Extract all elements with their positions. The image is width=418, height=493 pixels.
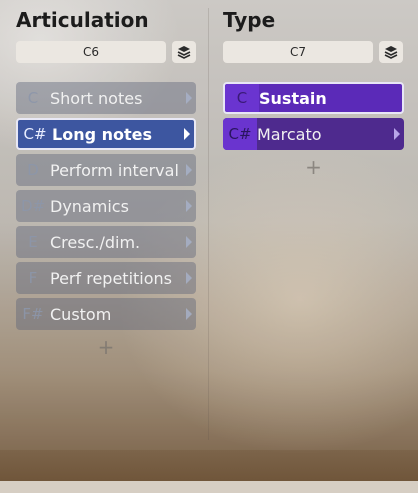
add-type-button[interactable]: + [223, 154, 404, 180]
layers-icon [177, 46, 191, 59]
key-label: E [28, 233, 38, 251]
key-label: D [27, 161, 39, 179]
item-label: Marcato [257, 124, 322, 144]
chevron-right-icon[interactable] [184, 128, 190, 140]
item-label: Perf repetitions [50, 268, 172, 288]
type-item-marcato[interactable]: C# Marcato [223, 118, 404, 150]
key-label: C [225, 84, 259, 112]
articulation-key-row: C6 [16, 41, 196, 64]
type-list: C Sustain C# Marcato + [223, 82, 404, 180]
item-label: Long notes [52, 124, 153, 144]
key-label: F [28, 269, 38, 287]
type-key-field[interactable]: C7 [223, 41, 373, 63]
column-divider [208, 8, 209, 440]
item-label: Sustain [259, 88, 327, 108]
articulation-item-custom[interactable]: F# Custom [16, 298, 196, 330]
chevron-right-icon[interactable] [186, 200, 192, 212]
type-title: Type [223, 8, 276, 32]
plus-icon: + [97, 335, 115, 359]
type-item-sustain[interactable]: C Sustain [223, 82, 404, 114]
item-label: Perform interval [50, 160, 179, 180]
articulation-item-perform-interval[interactable]: D Perform interval [16, 154, 196, 186]
articulation-item-short-notes[interactable]: C Short notes [16, 82, 196, 114]
type-key-row: C7 [223, 41, 404, 64]
key-label: D# [20, 197, 46, 215]
key-label: C# [223, 118, 257, 150]
key-label: C [27, 89, 39, 107]
articulation-key-field[interactable]: C6 [16, 41, 166, 63]
articulation-layers-button[interactable] [172, 41, 196, 63]
articulation-title: Articulation [16, 8, 149, 32]
item-label: Dynamics [50, 196, 129, 216]
key-label: C# [23, 125, 47, 143]
type-layers-button[interactable] [379, 41, 403, 63]
plus-icon: + [305, 155, 322, 179]
articulation-item-dynamics[interactable]: D# Dynamics [16, 190, 196, 222]
layers-icon [384, 46, 398, 59]
bottom-bar [0, 481, 418, 493]
chevron-right-icon[interactable] [186, 92, 192, 104]
chevron-right-icon[interactable] [186, 272, 192, 284]
articulation-item-perf-repetitions[interactable]: F Perf repetitions [16, 262, 196, 294]
item-label: Custom [50, 304, 112, 324]
item-label: Short notes [50, 88, 143, 108]
articulation-item-long-notes[interactable]: C# Long notes [16, 118, 196, 150]
articulation-item-cresc-dim[interactable]: E Cresc./dim. [16, 226, 196, 258]
articulation-list: C Short notes C# Long notes D Perform in… [16, 82, 196, 360]
item-label: Cresc./dim. [50, 232, 141, 252]
chevron-right-icon[interactable] [394, 128, 400, 140]
chevron-right-icon[interactable] [186, 236, 192, 248]
chevron-right-icon[interactable] [186, 164, 192, 176]
key-label: F# [22, 305, 44, 323]
add-articulation-button[interactable]: + [16, 334, 196, 360]
chevron-right-icon[interactable] [186, 308, 192, 320]
